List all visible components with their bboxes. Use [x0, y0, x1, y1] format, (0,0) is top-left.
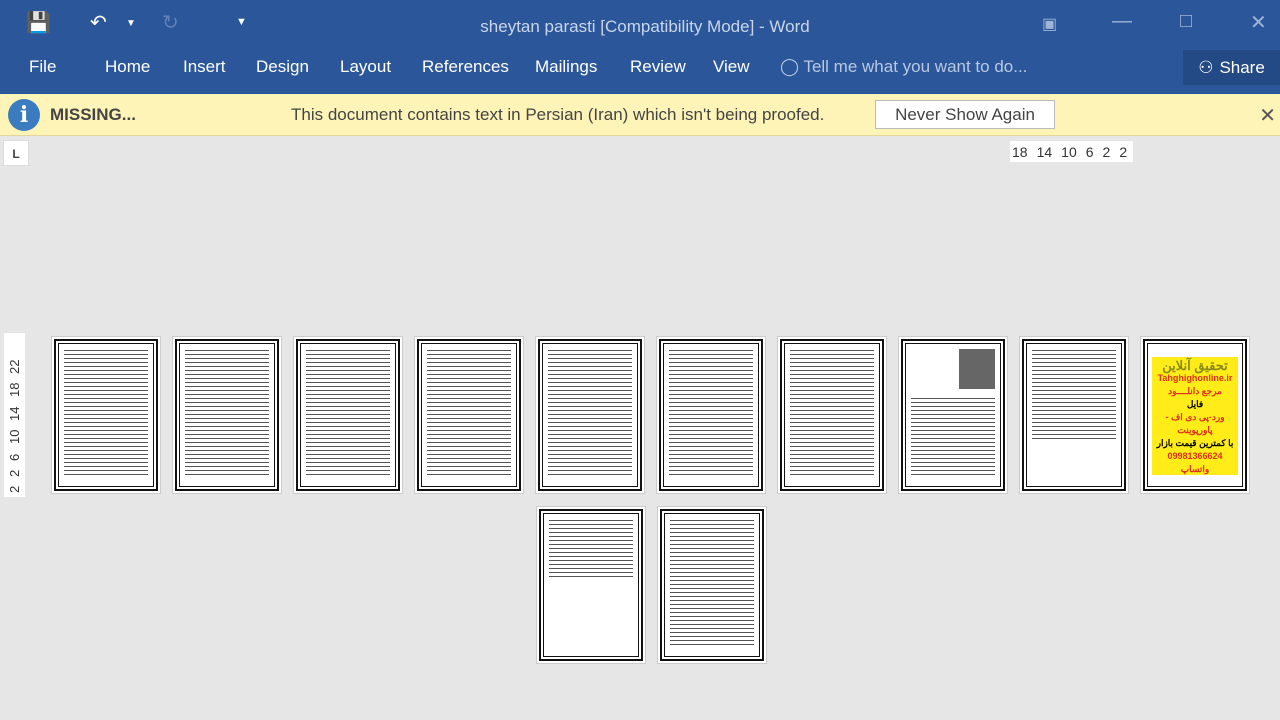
ruler-tick: 2	[1119, 143, 1128, 160]
page-border	[417, 339, 521, 491]
page-text-lines	[548, 349, 632, 475]
advert-line: مرجع دانلــــود	[1168, 386, 1222, 396]
never-show-again-button[interactable]: Never Show Again	[875, 100, 1055, 129]
tab-view[interactable]: View	[713, 57, 750, 77]
page-text-lines	[911, 397, 995, 475]
page-thumbnail[interactable]	[536, 506, 646, 664]
advert-image: تحقیق آنلاین Tahghighonline.ir مرجع دانلــ…	[1152, 357, 1238, 475]
advert-line: ورد-پی دی اف - پاورپوینت	[1165, 412, 1225, 435]
ruler-tick: 22	[7, 359, 22, 374]
page-text-lines	[64, 349, 148, 475]
page-border	[901, 339, 1005, 491]
message-bar: i MISSING... This document contains text…	[0, 94, 1280, 136]
page-border	[1022, 339, 1126, 491]
title-bar: 💾 ↶ ▼ ↻ ▼ sheytan parasti [Compatibility…	[0, 0, 1280, 94]
page-border	[54, 339, 158, 491]
close-icon[interactable]: ✕	[1250, 10, 1267, 35]
tab-layout[interactable]: Layout	[340, 57, 391, 77]
page-border	[780, 339, 884, 491]
page-thumbnail[interactable]	[657, 506, 767, 664]
page-thumbnail[interactable]	[293, 336, 403, 494]
tab-home[interactable]: Home	[105, 57, 150, 77]
page-border	[296, 339, 400, 491]
advert-line: 09981366624 واتساپ	[1167, 451, 1223, 474]
ruler-tick: 2	[7, 485, 22, 493]
ribbon-display-icon[interactable]: ▣	[1042, 14, 1057, 34]
tab-references[interactable]: References	[422, 57, 509, 77]
page-border	[659, 339, 763, 491]
advert-line: با کمترین قیمت بازار	[1156, 438, 1234, 448]
message-title: MISSING...	[50, 105, 136, 124]
vertical-ruler[interactable]: 2 2 6 10 14 18 22	[4, 333, 25, 497]
horizontal-ruler[interactable]: 18 14 10 6 2 2	[1010, 141, 1133, 162]
page-thumbnail[interactable]	[656, 336, 766, 494]
page-border	[538, 339, 642, 491]
page-text-lines	[790, 349, 874, 475]
ruler-tick: 6	[7, 453, 22, 461]
page-image	[959, 349, 995, 389]
page-thumbnail[interactable]	[898, 336, 1008, 494]
advert-line: Tahghighonline.ir	[1157, 373, 1233, 383]
page-border: تحقیق آنلاین Tahghighonline.ir مرجع دانلــ…	[1143, 339, 1247, 491]
person-add-icon: ⚇	[1198, 57, 1214, 77]
ruler-tick: 14	[1036, 143, 1053, 160]
ruler-tick: 6	[1085, 143, 1094, 160]
ruler-tick: 2	[1102, 143, 1111, 160]
page-text-lines	[185, 349, 269, 475]
page-border	[660, 509, 764, 661]
maximize-icon[interactable]: □	[1180, 10, 1192, 33]
page-text-lines	[549, 519, 633, 579]
tab-review[interactable]: Review	[630, 57, 686, 77]
message-text: This document contains text in Persian (…	[291, 105, 825, 124]
close-message-icon[interactable]: ✕	[1259, 103, 1276, 128]
page-thumbnail[interactable]: تحقیق آنلاین Tahghighonline.ir مرجع دانلــ…	[1140, 336, 1250, 494]
minimize-icon[interactable]: —	[1112, 10, 1132, 33]
page-thumbnail[interactable]	[172, 336, 282, 494]
page-text-lines	[427, 349, 511, 475]
advert-line: فایل	[1186, 399, 1204, 409]
tab-mailings[interactable]: Mailings	[535, 57, 597, 77]
page-text-lines	[669, 349, 753, 475]
page-thumbnail[interactable]	[535, 336, 645, 494]
tell-me-text: Tell me what you want to do...	[803, 57, 1028, 76]
lightbulb-icon: ◯	[780, 57, 800, 76]
ruler-tick: 10	[1061, 143, 1077, 160]
page-thumbnail[interactable]	[777, 336, 887, 494]
page-text-lines	[1032, 349, 1116, 439]
page-thumbnail[interactable]	[1019, 336, 1129, 494]
share-button[interactable]: ⚇ Share	[1183, 50, 1280, 85]
tab-insert[interactable]: Insert	[183, 57, 226, 77]
tab-file[interactable]: File	[29, 57, 56, 77]
info-icon: i	[8, 99, 40, 131]
page-border	[175, 339, 279, 491]
tell-me-search[interactable]: ◯ Tell me what you want to do...	[780, 57, 1027, 77]
tab-design[interactable]: Design	[256, 57, 309, 77]
ruler-tick: 10	[7, 429, 22, 445]
page-thumbnail[interactable]	[51, 336, 161, 494]
page-text-lines	[670, 519, 754, 645]
ruler-tick: 14	[7, 406, 22, 421]
ruler-tick: 18	[1012, 143, 1028, 160]
page-thumbnail[interactable]	[414, 336, 524, 494]
window-title: sheytan parasti [Compatibility Mode] - W…	[480, 17, 810, 36]
tab-selector[interactable]: L	[3, 140, 29, 166]
share-label: Share	[1219, 57, 1265, 77]
page-border	[539, 509, 643, 661]
ruler-tick: 18	[7, 382, 22, 398]
advert-line: تحقیق آنلاین	[1162, 358, 1228, 373]
ruler-tick: 2	[7, 469, 22, 477]
page-text-lines	[306, 349, 390, 475]
